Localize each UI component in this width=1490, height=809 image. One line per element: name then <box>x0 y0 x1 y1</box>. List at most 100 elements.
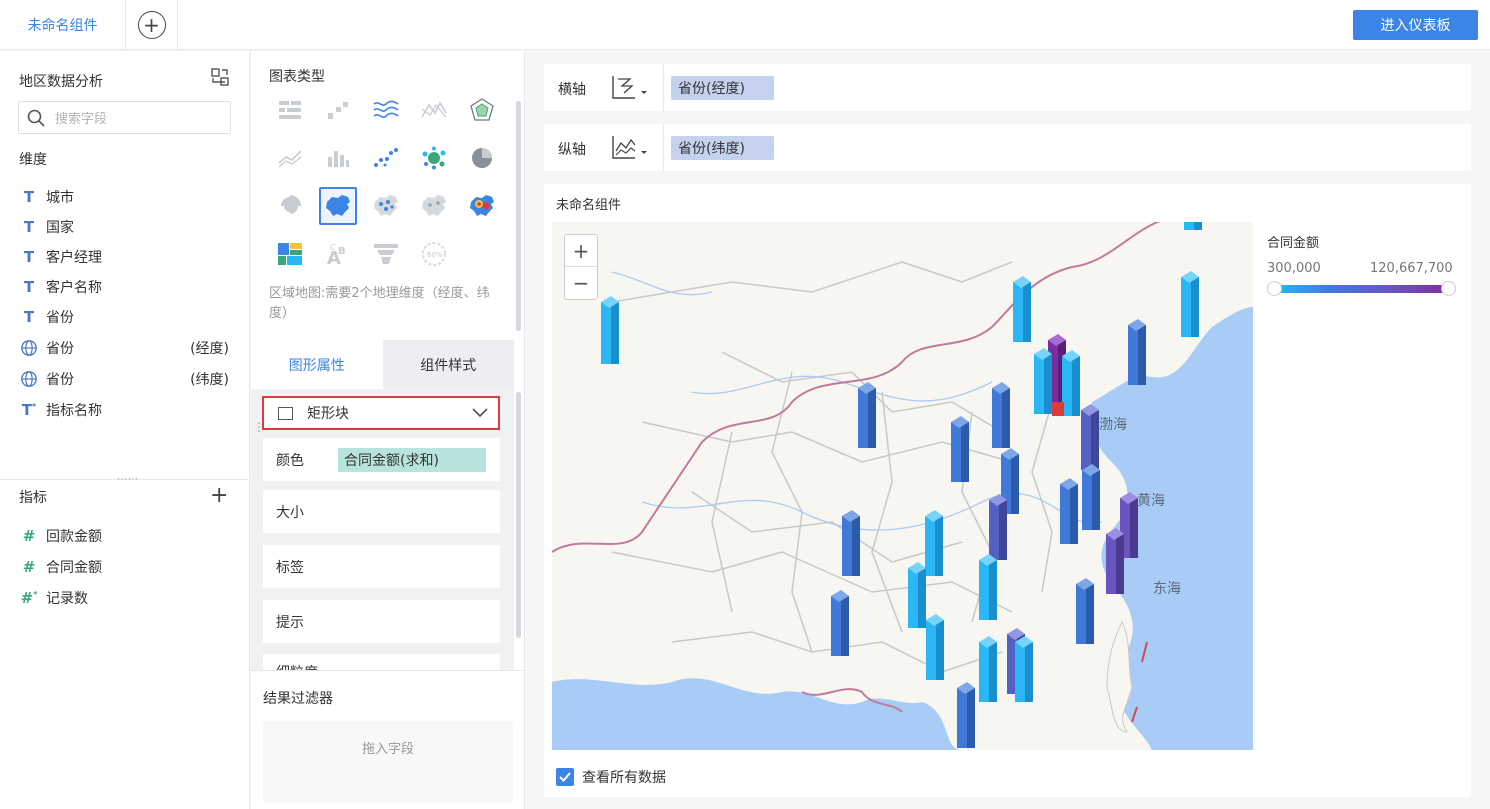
field-name: 客户名称 <box>46 280 102 296</box>
x-axis-type-icon[interactable] <box>610 74 650 100</box>
field-item-customer-name[interactable]: T 客户名称 <box>19 275 229 299</box>
field-item-province-latitude[interactable]: 省份 (纬度) <box>19 367 229 391</box>
legend-max-handle[interactable] <box>1441 281 1456 296</box>
shape-type-select[interactable]: 矩形块 <box>262 396 500 430</box>
tab-shape-properties[interactable]: 图形属性 <box>251 340 383 389</box>
y-axis-type-icon[interactable] <box>610 134 650 160</box>
y-axis-row: 纵轴 省份(纬度) <box>544 124 1471 171</box>
field-item-metric-name[interactable]: T* 指标名称 <box>19 398 229 422</box>
field-search-input[interactable]: 搜索字段 <box>18 101 231 134</box>
chart-point-map-icon[interactable] <box>369 189 403 223</box>
chart-type-scrollbar[interactable] <box>516 101 521 331</box>
axis-separator <box>663 64 664 111</box>
chart-word-cloud-icon[interactable]: ABC <box>321 237 355 271</box>
zoom-in-button[interactable]: + <box>565 235 597 267</box>
filter-drop-zone[interactable]: 拖入字段 <box>263 721 513 803</box>
drag-handle-icon[interactable]: ⋮ <box>253 420 265 434</box>
color-label: 颜色 <box>276 452 304 469</box>
field-suffix: (经度) <box>190 341 229 357</box>
chart-flow-map-icon[interactable] <box>417 189 451 223</box>
field-item-account-manager[interactable]: T 客户经理 <box>19 245 229 269</box>
tooltip-property[interactable]: 提示 <box>263 600 500 643</box>
map-view[interactable]: 渤海 黄海 东海 + − <box>552 222 1253 750</box>
field-item-contract-amount[interactable]: # 合同金额 <box>19 555 229 579</box>
view-all-data-checkbox[interactable]: 查看所有数据 <box>556 767 666 787</box>
field-name: 记录数 <box>46 591 88 607</box>
legend-min-value: 300,000 <box>1267 261 1321 276</box>
chart-gauge-icon[interactable]: 60% <box>417 237 451 271</box>
tab-unnamed-component[interactable]: 未命名组件 <box>0 0 126 50</box>
switch-dataset-icon[interactable] <box>210 67 230 87</box>
granularity-property[interactable]: 细粒度 <box>263 654 500 670</box>
label-label: 标签 <box>276 559 304 576</box>
dataset-title: 地区数据分析 <box>19 74 103 90</box>
field-item-payment-amount[interactable]: # 回款金额 <box>19 524 229 548</box>
chart-funnel-icon[interactable] <box>369 237 403 271</box>
add-metric-button[interactable]: + <box>210 483 228 508</box>
field-name: 省份 <box>46 310 74 326</box>
axis-separator <box>663 124 664 171</box>
add-tab-button[interactable]: + <box>126 0 178 50</box>
y-axis-field-pill[interactable]: 省份(纬度) <box>671 136 774 160</box>
text-type-icon: T <box>23 248 35 266</box>
field-item-record-count[interactable]: #* 记录数 <box>19 586 229 610</box>
x-axis-label: 横轴 <box>558 82 586 98</box>
field-name: 城市 <box>46 190 74 206</box>
tooltip-label: 提示 <box>276 614 304 631</box>
field-name: 省份 <box>46 341 74 357</box>
search-placeholder: 搜索字段 <box>55 112 108 127</box>
chart-type-hint: 区域地图:需要2个地理维度（经度、纬度） <box>269 286 490 321</box>
field-item-province-longitude[interactable]: 省份 (经度) <box>19 336 229 360</box>
chart-radar-icon[interactable] <box>465 93 499 127</box>
chart-multi-line-icon[interactable] <box>369 93 403 127</box>
y-axis-label: 纵轴 <box>558 142 586 158</box>
resize-handle-icon[interactable]: ⋯⋯ <box>117 474 139 485</box>
property-scrollbar[interactable] <box>516 392 521 638</box>
text-type-icon: T <box>23 278 35 296</box>
color-property[interactable]: 颜色 合同金额(求和) <box>263 438 500 481</box>
plus-icon: + <box>137 11 166 39</box>
chart-scatter-bar-icon[interactable] <box>321 93 355 127</box>
y-axis-field: 省份(纬度) <box>678 141 745 157</box>
field-item-city[interactable]: T 城市 <box>19 185 229 209</box>
shape-value: 矩形块 <box>307 406 349 422</box>
legend-title: 合同金额 <box>1267 236 1320 251</box>
filter-divider <box>251 670 525 671</box>
chart-heat-map-icon[interactable] <box>465 189 499 223</box>
number-type-icon: # <box>22 558 36 576</box>
chart-bar-icon[interactable] <box>321 141 355 175</box>
tab-label: 未命名组件 <box>27 18 98 34</box>
chart-canvas: 未命名组件 渤海 黄海 东海 + − 合同金额 300,000 120,667,… <box>544 184 1471 797</box>
chart-pie-icon[interactable] <box>465 141 499 175</box>
zoom-out-button[interactable]: − <box>565 267 597 299</box>
size-property[interactable]: 大小 <box>263 490 500 533</box>
enter-dashboard-button[interactable]: 进入仪表板 <box>1353 10 1478 40</box>
tab-component-style[interactable]: 组件样式 <box>382 340 514 389</box>
field-name: 指标名称 <box>46 403 102 419</box>
label-property[interactable]: 标签 <box>263 545 500 588</box>
chart-rose-icon[interactable] <box>273 189 307 223</box>
zoom-control: + − <box>564 234 598 300</box>
chart-table-icon[interactable] <box>273 93 307 127</box>
field-name: 回款金额 <box>46 529 102 545</box>
dimensions-heading: 维度 <box>19 152 47 168</box>
size-label: 大小 <box>276 504 304 521</box>
drop-hint: 拖入字段 <box>361 742 414 757</box>
checkbox-checked-icon <box>556 768 574 786</box>
chart-dot-scatter-icon[interactable] <box>369 141 403 175</box>
chart-region-map-icon[interactable] <box>319 187 357 225</box>
color-field-name: 合同金额(求和) <box>344 452 439 469</box>
text-type-icon: T <box>23 308 35 326</box>
legend-min-handle[interactable] <box>1267 281 1282 296</box>
globe-icon <box>21 371 37 387</box>
color-field-pill[interactable]: 合同金额(求和) <box>338 447 486 472</box>
x-axis-field-pill[interactable]: 省份(经度) <box>671 76 774 100</box>
field-item-province[interactable]: T 省份 <box>19 305 229 329</box>
chart-area-icon[interactable] <box>273 141 307 175</box>
chart-line-icon[interactable] <box>417 93 451 127</box>
rectangle-shape-icon <box>278 406 293 420</box>
field-item-country[interactable]: T 国家 <box>19 215 229 239</box>
top-bar <box>0 0 1490 50</box>
chart-bubble-icon[interactable] <box>417 141 451 175</box>
chart-treemap-icon[interactable] <box>273 237 307 271</box>
